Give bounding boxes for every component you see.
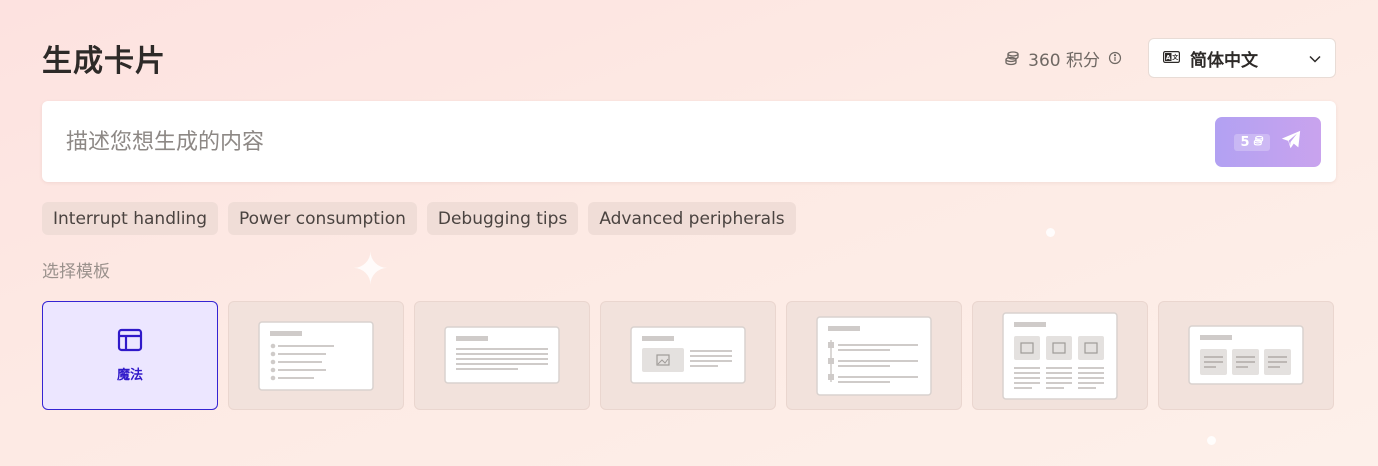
template-magic[interactable]: 魔法 xyxy=(42,301,218,410)
timeline-layout-icon xyxy=(816,315,932,396)
svg-text:文: 文 xyxy=(1171,54,1179,62)
suggestion-chip[interactable]: Interrupt handling xyxy=(42,202,218,235)
template-image-text[interactable] xyxy=(600,301,776,410)
bullet-list-layout-icon xyxy=(258,320,374,391)
language-select[interactable]: A 文 简体中文 xyxy=(1148,38,1336,78)
layout-icon xyxy=(117,328,143,356)
credits-value: 360 积分 xyxy=(1028,50,1100,71)
template-text-block[interactable] xyxy=(414,301,590,410)
prompt-box: 5 xyxy=(42,101,1336,182)
image-text-layout-icon xyxy=(630,325,746,384)
three-image-columns-layout-icon xyxy=(1002,311,1118,400)
sparkle-dot xyxy=(1046,228,1055,237)
coins-icon xyxy=(1253,135,1264,150)
prompt-input[interactable] xyxy=(66,123,1166,161)
sparkle-decoration: ✦ xyxy=(352,244,389,295)
suggestion-chips: Interrupt handling Power consumption Deb… xyxy=(42,202,796,235)
suggestion-chip[interactable]: Power consumption xyxy=(228,202,417,235)
template-list: 魔法 xyxy=(42,301,1334,410)
info-icon[interactable] xyxy=(1108,51,1122,65)
template-section-label: 选择模板 xyxy=(42,262,110,282)
paper-plane-icon xyxy=(1280,129,1302,155)
text-block-layout-icon xyxy=(444,325,560,384)
suggestion-chip[interactable]: Debugging tips xyxy=(426,202,579,235)
template-three-image-columns[interactable] xyxy=(972,301,1148,410)
three-card-columns-layout-icon xyxy=(1188,324,1304,385)
template-timeline[interactable] xyxy=(786,301,962,410)
send-cost-value: 5 xyxy=(1240,134,1250,150)
page-title: 生成卡片 xyxy=(42,44,166,79)
template-bullet-list[interactable] xyxy=(228,301,404,410)
svg-text:A: A xyxy=(1166,55,1171,62)
sparkle-dot xyxy=(1207,436,1216,445)
chevron-down-icon xyxy=(1309,48,1321,68)
credits-display: 360 积分 xyxy=(1004,46,1122,71)
header: 生成卡片 360 积分 A 文 简体中文 xyxy=(42,38,1336,79)
template-magic-label: 魔法 xyxy=(116,368,143,383)
send-cost-badge: 5 xyxy=(1234,133,1270,151)
coins-icon xyxy=(1004,50,1020,66)
language-label: 简体中文 xyxy=(1190,50,1258,71)
suggestion-chip[interactable]: Advanced peripherals xyxy=(588,202,796,235)
send-button[interactable]: 5 xyxy=(1215,117,1321,167)
template-three-card-columns[interactable] xyxy=(1158,301,1334,410)
translate-icon: A 文 xyxy=(1163,48,1181,68)
